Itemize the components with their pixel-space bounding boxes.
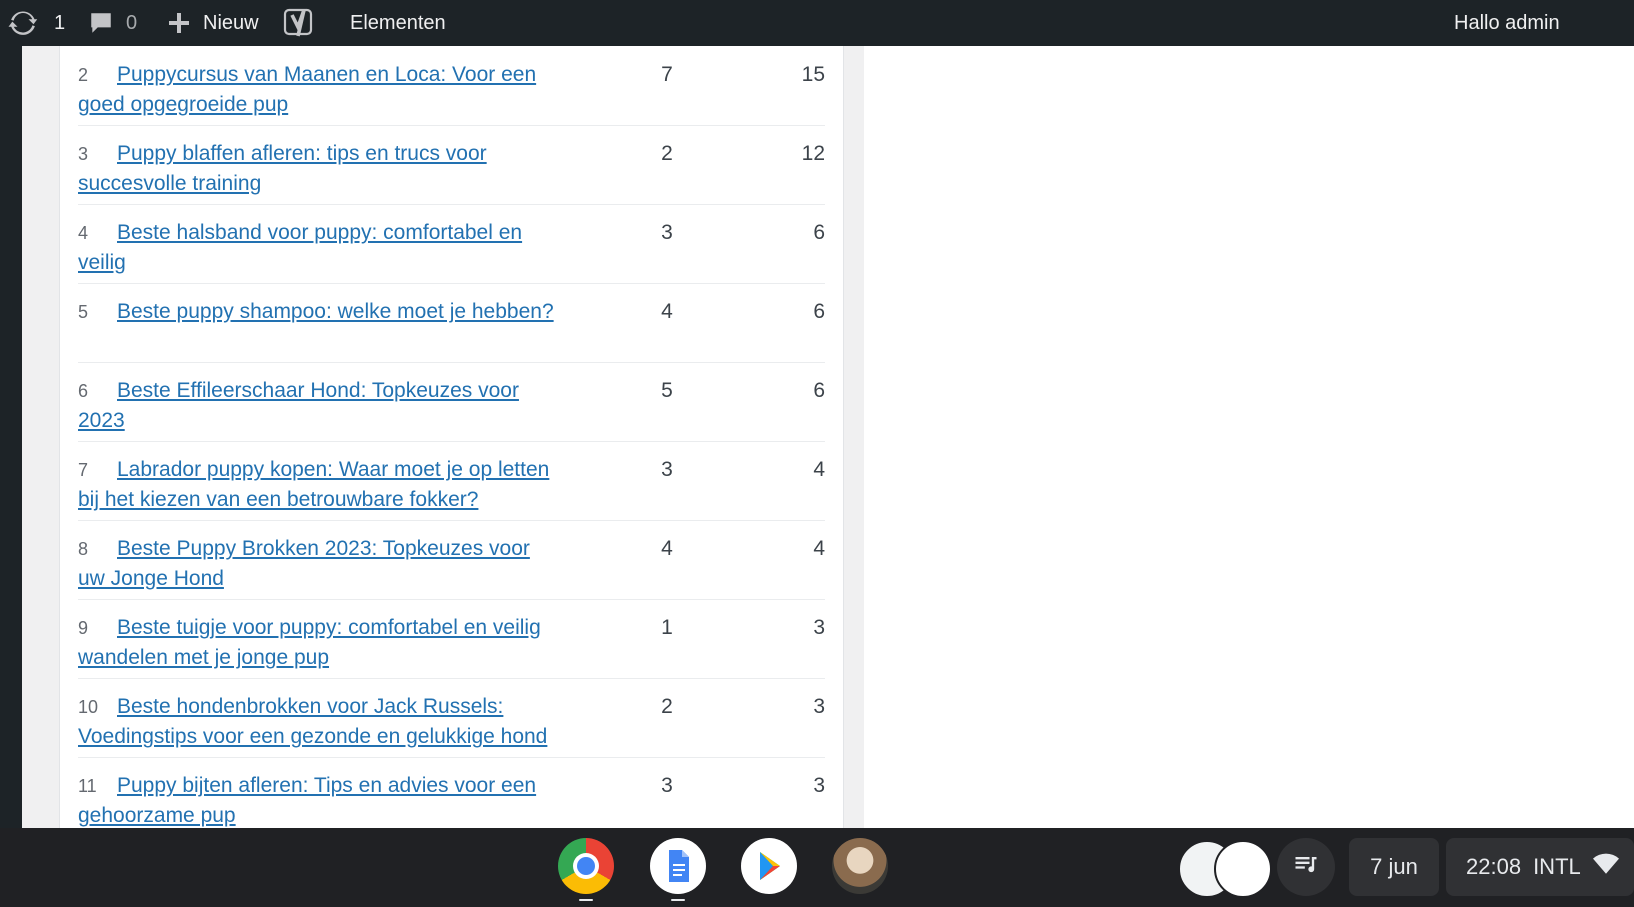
post-title-link[interactable]: Beste tuigje voor puppy: comfortabel en … (78, 616, 541, 669)
wifi-icon (1592, 853, 1619, 881)
table-row: 2 Puppycursus van Maanen en Loca: Voor ee… (78, 46, 825, 126)
status-tray[interactable]: 22:08 INTL (1446, 838, 1634, 896)
table-row: 6 Beste Effileerschaar Hond: Topkeuzes vo… (78, 362, 825, 442)
count-column-2: 6 (813, 300, 825, 323)
post-title-cell: 4 Beste halsband voor puppy: comfortabel … (78, 218, 558, 278)
comment-icon (88, 10, 114, 36)
count-column-2: 6 (813, 221, 825, 244)
post-title-link[interactable]: Beste halsband voor puppy: comfortabel e… (78, 221, 522, 274)
elementor-label: Elementen (350, 11, 446, 34)
post-title-link[interactable]: Puppy bijten afleren: Tips en advies voo… (78, 774, 536, 827)
date-tray[interactable]: 7 jun (1349, 838, 1439, 896)
refresh-icon (8, 8, 38, 38)
count-column-1: 1 (661, 616, 673, 639)
post-title-link[interactable]: Beste Puppy Brokken 2023: Topkeuzes voor… (78, 537, 530, 590)
table-row: 10 Beste hondenbrokken voor Jack Russels:… (78, 678, 825, 758)
yoast-icon (283, 6, 315, 40)
count-column-1: 3 (661, 774, 673, 797)
rank-number: 3 (78, 144, 89, 164)
count-column-2: 3 (813, 695, 825, 718)
count-column-2: 4 (813, 458, 825, 481)
post-title-cell: 11 Puppy bijten afleren: Tips en advies v… (78, 771, 558, 828)
rank-number: 2 (78, 65, 89, 85)
post-title-link[interactable]: Puppy blaffen afleren: tips en trucs voo… (78, 142, 487, 195)
rank-number: 6 (78, 381, 89, 401)
table-row: 5 Beste puppy shampoo: welke moet je hebb… (78, 283, 825, 363)
count-column-2: 15 (801, 63, 825, 86)
rank-number: 4 (78, 223, 89, 243)
post-title-cell: 8 Beste Puppy Brokken 2023: Topkeuzes voo… (78, 534, 558, 594)
window-previews[interactable] (1178, 838, 1272, 898)
greeting: Hallo admin (1454, 11, 1560, 34)
post-title-cell: 5 Beste puppy shampoo: welke moet je hebb… (78, 297, 558, 327)
google-docs-icon[interactable] (650, 838, 706, 894)
post-title-cell: 3 Puppy blaffen afleren: tips en trucs vo… (78, 139, 558, 199)
comments-menu[interactable]: 0 (88, 0, 137, 46)
rank-number: 10 (78, 697, 99, 717)
playlist-music-icon (1292, 850, 1320, 884)
admin-bar: 1 0 Nieuw Elementen Hallo admin (0, 0, 1634, 46)
rank-number: 11 (78, 776, 97, 796)
chrome-icon[interactable] (558, 838, 614, 894)
new-label: Nieuw (203, 11, 259, 34)
new-content-menu[interactable]: Nieuw (167, 0, 259, 46)
plus-icon (167, 11, 191, 35)
yoast-menu[interactable] (283, 0, 315, 46)
count-column-1: 4 (661, 300, 673, 323)
docs-running-indicator (671, 899, 685, 901)
clock: 22:08 (1466, 854, 1522, 879)
table-row: 4 Beste halsband voor puppy: comfortabel … (78, 204, 825, 284)
updates-menu[interactable]: 1 (8, 0, 65, 46)
count-column-1: 7 (661, 63, 673, 86)
count-column-2: 12 (801, 142, 825, 165)
count-column-1: 3 (661, 458, 673, 481)
count-column-2: 4 (813, 537, 825, 560)
count-column-2: 3 (813, 616, 825, 639)
post-title-cell: 2 Puppycursus van Maanen en Loca: Voor ee… (78, 60, 558, 120)
media-controls-button[interactable] (1277, 838, 1335, 896)
profile-avatar-icon[interactable] (832, 838, 888, 894)
post-title-link[interactable]: Beste puppy shampoo: welke moet je hebbe… (117, 300, 554, 323)
updates-count: 1 (54, 11, 66, 34)
rank-number: 5 (78, 302, 89, 322)
chrome-running-indicator (579, 899, 593, 901)
count-column-1: 4 (661, 537, 673, 560)
post-title-link[interactable]: Puppycursus van Maanen en Loca: Voor een… (78, 63, 536, 116)
count-column-1: 2 (661, 142, 673, 165)
rank-number: 7 (78, 460, 89, 480)
count-column-1: 5 (661, 379, 673, 402)
count-column-2: 6 (813, 379, 825, 402)
post-title-cell: 9 Beste tuigje voor puppy: comfortabel en… (78, 613, 558, 673)
account-menu[interactable]: Hallo admin (1454, 0, 1634, 46)
post-title-link[interactable]: Beste Effileerschaar Hond: Topkeuzes voo… (78, 379, 519, 432)
table-row: 11 Puppy bijten afleren: Tips en advies v… (78, 757, 825, 828)
post-title-cell: 7 Labrador puppy kopen: Waar moet je op l… (78, 455, 558, 515)
admin-page: 2 Puppycursus van Maanen en Loca: Voor ee… (0, 46, 1634, 828)
count-column-2: 3 (813, 774, 825, 797)
comments-count: 0 (126, 11, 138, 34)
play-store-icon[interactable] (741, 838, 797, 894)
top-posts-panel: 2 Puppycursus van Maanen en Loca: Voor ee… (59, 46, 844, 828)
chromeos-shelf: 7 jun 22:08 INTL (0, 828, 1634, 907)
post-title-link[interactable]: Beste hondenbrokken voor Jack Russels: V… (78, 695, 547, 748)
rank-number: 9 (78, 618, 89, 638)
post-title-cell: 6 Beste Effileerschaar Hond: Topkeuzes vo… (78, 376, 558, 436)
post-title-link[interactable]: Labrador puppy kopen: Waar moet je op le… (78, 458, 549, 511)
table-row: 8 Beste Puppy Brokken 2023: Topkeuzes voo… (78, 520, 825, 600)
window-preview-thumbnail (1214, 840, 1272, 898)
table-row: 7 Labrador puppy kopen: Waar moet je op l… (78, 441, 825, 521)
table-row: 3 Puppy blaffen afleren: tips en trucs vo… (78, 125, 825, 205)
input-method: INTL (1533, 854, 1581, 879)
right-pane (864, 46, 1634, 828)
count-column-1: 3 (661, 221, 673, 244)
table-row: 9 Beste tuigje voor puppy: comfortabel en… (78, 599, 825, 679)
elementor-menu[interactable]: Elementen (350, 0, 446, 46)
date-label: 7 jun (1370, 854, 1418, 879)
post-title-cell: 10 Beste hondenbrokken voor Jack Russels:… (78, 692, 558, 752)
count-column-1: 2 (661, 695, 673, 718)
rank-number: 8 (78, 539, 89, 559)
